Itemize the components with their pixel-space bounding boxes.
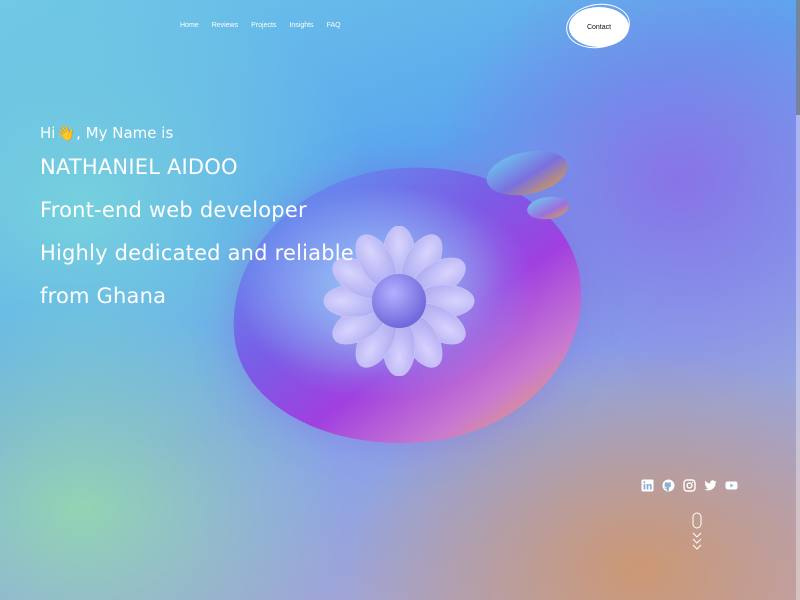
youtube-icon[interactable] [725,477,738,490]
twitter-icon[interactable] [704,477,717,491]
hero-tagline: Highly dedicated and reliable [40,241,354,265]
greeting-text-hi: Hi [40,124,56,142]
social-links [641,477,738,492]
nav-link-home[interactable]: Home [180,22,199,29]
nav-link-insights[interactable]: Insights [289,22,313,29]
hero-name: NATHANIEL AIDOO [40,155,238,179]
hero-greeting: Hi 👋 , My Name is [40,120,354,146]
main-nav: Home Reviews Projects Insights FAQ [180,22,341,29]
hero-role: Front-end web developer [40,198,307,222]
waving-hand-icon: 👋 [56,124,76,142]
greeting-text-name-is: , My Name is [76,124,174,142]
scroll-down-indicator[interactable] [690,512,704,552]
nav-link-reviews[interactable]: Reviews [212,22,238,29]
instagram-icon[interactable] [683,477,696,492]
linkedin-icon[interactable] [641,477,654,492]
nav-link-projects[interactable]: Projects [251,22,276,29]
scrollbar-thumb[interactable] [796,0,800,115]
hero-intro: Hi 👋 , My Name is NATHANIEL AIDOO Front-… [40,120,354,318]
nav-link-faq[interactable]: FAQ [327,22,341,29]
hero-origin: from Ghana [40,284,167,308]
contact-button[interactable]: Contact [569,7,629,47]
github-icon[interactable] [662,477,675,492]
contact-button-wrapper: Contact [563,0,633,53]
